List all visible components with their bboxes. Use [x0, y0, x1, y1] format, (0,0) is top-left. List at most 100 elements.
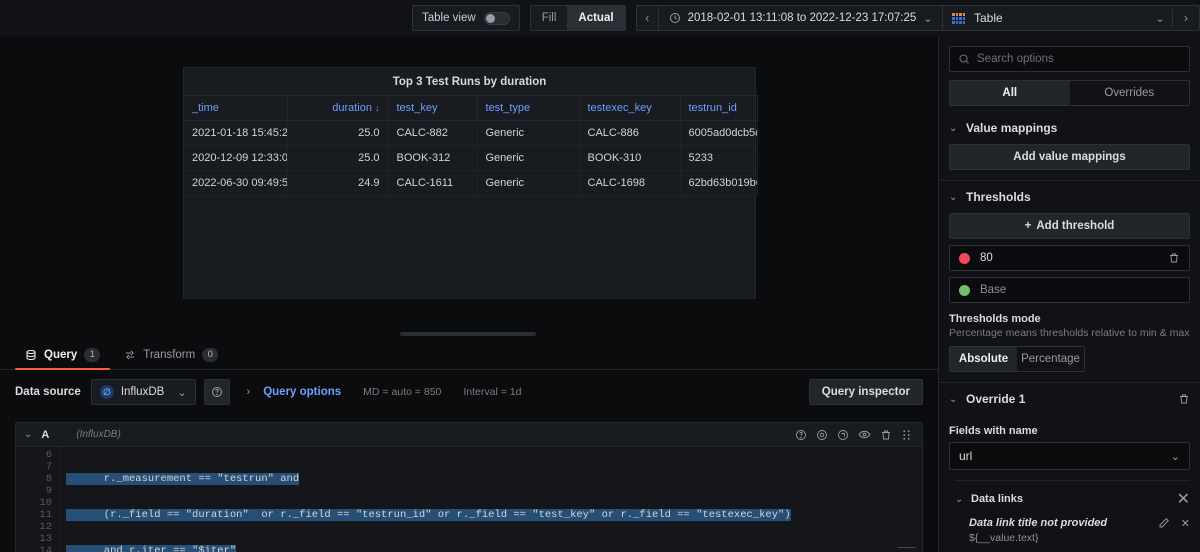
column-header-testexec-key[interactable]: testexec_key	[579, 95, 681, 121]
line-number: 13	[39, 533, 52, 545]
query-datasource-note: (InfluxDB)	[76, 429, 121, 440]
threshold-value[interactable]: 80	[980, 252, 1158, 264]
tab-query-label: Query	[44, 348, 78, 361]
trash-icon[interactable]	[1168, 252, 1180, 264]
datasource-name: InfluxDB	[120, 386, 165, 398]
close-icon[interactable]: ✕	[1181, 517, 1190, 530]
line-number: 6	[45, 449, 52, 461]
override-title: Override 1	[966, 392, 1026, 406]
table-header-row: _time duration ↓ test_key test_type teste…	[184, 95, 758, 121]
visualization-picker[interactable]: Table ⌄ ›	[942, 5, 1200, 31]
threshold-color-dot[interactable]	[959, 252, 970, 264]
help-circle-icon[interactable]	[795, 429, 807, 441]
chevron-down-icon[interactable]: ⌄	[1148, 12, 1172, 25]
column-header-time[interactable]: _time	[184, 95, 288, 121]
cell-testexec-key: CALC-886	[579, 120, 681, 146]
cell-time: 2020-12-09 12:33:09	[184, 145, 288, 171]
fields-with-name-select[interactable]: url ⌄	[949, 442, 1190, 470]
close-icon[interactable]: ✕	[1177, 489, 1190, 509]
mode-absolute[interactable]: Absolute	[950, 347, 1017, 371]
collapse-options-pane-icon[interactable]: ›	[1173, 11, 1199, 25]
chevron-down-icon: ⌄	[949, 122, 958, 134]
query-options-md: MD = auto = 850	[363, 386, 442, 398]
table-row: 2022-06-30 09:49:52 24.9 CALC-1611 Gener…	[184, 170, 758, 196]
panel-resize-handle[interactable]	[400, 332, 536, 336]
thresholds-header[interactable]: ⌄ Thresholds	[939, 181, 1200, 213]
line-number: 7	[45, 461, 52, 473]
datasource-help-icon[interactable]	[203, 379, 230, 405]
tab-transform-count: 0	[202, 347, 219, 362]
query-inspector-button[interactable]: Query inspector	[808, 379, 923, 405]
column-header-test-type[interactable]: test_type	[477, 95, 580, 121]
tab-query[interactable]: Query 1	[15, 340, 111, 370]
duplicate-icon[interactable]	[837, 429, 849, 441]
tab-query-count: 1	[84, 347, 101, 362]
data-link-actions: ✕	[1158, 517, 1190, 530]
cell-test-key: BOOK-312	[388, 145, 478, 171]
minimap-marker	[898, 547, 916, 548]
threshold-color-dot[interactable]	[959, 284, 970, 296]
table-row: 2020-12-09 12:33:09 25.0 BOOK-312 Generi…	[184, 145, 758, 171]
cell-testrun-id: 62bd63b019b6	[680, 170, 758, 196]
cell-testrun-id: 5233	[680, 145, 758, 171]
pencil-icon[interactable]	[1158, 517, 1170, 530]
chevron-down-icon: ⌄	[923, 12, 933, 25]
query-options-link[interactable]: Query options	[263, 386, 341, 398]
settings-circle-icon[interactable]	[816, 429, 828, 441]
query-options-interval: Interval = 1d	[463, 386, 522, 398]
panel-edit-main: Top 3 Test Runs by duration _time durati…	[0, 36, 938, 552]
cell-test-type: Generic	[477, 145, 580, 171]
time-range-picker[interactable]: 2018-02-01 13:11:08 to 2022-12-23 17:07:…	[659, 5, 943, 31]
column-header-testrun-id[interactable]: testrun_id	[680, 95, 758, 121]
tab-overrides[interactable]: Overrides	[1069, 81, 1189, 105]
table-view-toggle-group[interactable]: Table view	[412, 5, 520, 31]
fields-with-name-value: url	[959, 449, 973, 463]
threshold-step-base[interactable]: Base	[949, 277, 1190, 303]
trash-icon[interactable]	[880, 429, 892, 441]
code-content[interactable]: r._measurement == "testrun" and (r._fiel…	[60, 447, 922, 552]
tab-all[interactable]: All	[950, 81, 1070, 105]
actual-button[interactable]: Actual	[567, 6, 625, 30]
data-links-title: Data links	[971, 493, 1023, 505]
add-threshold-button[interactable]: + Add threshold	[949, 213, 1190, 239]
fill-button[interactable]: Fill	[531, 6, 568, 30]
mode-percentage[interactable]: Percentage	[1017, 347, 1084, 371]
code-editor[interactable]: 6 7 8 9 10 11 12 13 14 15 16 r._measurem…	[16, 447, 922, 552]
chevron-down-icon: ⌄	[177, 386, 187, 399]
datasource-select[interactable]: ∅ InfluxDB ⌄	[90, 379, 196, 405]
tab-transform[interactable]: Transform 0	[114, 340, 228, 369]
cell-time: 2021-01-18 15:45:22	[184, 120, 288, 146]
line-number: 10	[39, 497, 52, 509]
cell-duration: 25.0	[287, 145, 389, 171]
time-shift-back-icon[interactable]: ‹	[637, 5, 659, 31]
tab-transform-label: Transform	[143, 348, 196, 361]
threshold-step[interactable]: 80	[949, 245, 1190, 271]
column-header-test-key[interactable]: test_key	[388, 95, 478, 121]
cell-duration: 24.9	[287, 170, 389, 196]
cell-test-type: Generic	[477, 170, 580, 196]
options-search-box[interactable]: Search options	[949, 46, 1190, 72]
query-ref-id[interactable]: A	[41, 429, 49, 441]
eye-icon[interactable]	[858, 428, 871, 441]
chevron-down-icon[interactable]: ⌄	[24, 429, 32, 440]
data-links-header[interactable]: ⌄ Data links ✕	[955, 489, 1190, 509]
cell-test-type: Generic	[477, 120, 580, 146]
query-options-expand-icon[interactable]: ›	[247, 386, 251, 398]
code-line-text: r._measurement == "testrun" and	[66, 473, 300, 485]
query-row-actions	[795, 428, 914, 441]
trash-icon[interactable]	[1178, 393, 1190, 405]
value-mappings-header[interactable]: ⌄ Value mappings	[939, 112, 1200, 144]
chevron-down-icon: ⌄	[955, 493, 964, 505]
add-value-mappings-button[interactable]: Add value mappings	[949, 144, 1190, 170]
line-number: 9	[45, 485, 52, 497]
panel-edit-toolbar: Table view Fill Actual ‹ 2018-02-01 13:1…	[0, 0, 1200, 36]
clock-icon	[669, 12, 681, 24]
code-line: r._measurement == "testrun" and	[66, 473, 922, 485]
thresholds-mode-label: Thresholds mode	[949, 313, 1041, 325]
drag-handle-icon[interactable]	[901, 429, 912, 441]
override-header[interactable]: ⌄ Override 1	[939, 383, 1200, 415]
viz-picker-main[interactable]: Table	[943, 11, 1148, 25]
table-view-switch[interactable]	[483, 11, 510, 25]
line-number: 8	[45, 473, 52, 485]
column-header-duration[interactable]: duration ↓	[287, 95, 389, 121]
